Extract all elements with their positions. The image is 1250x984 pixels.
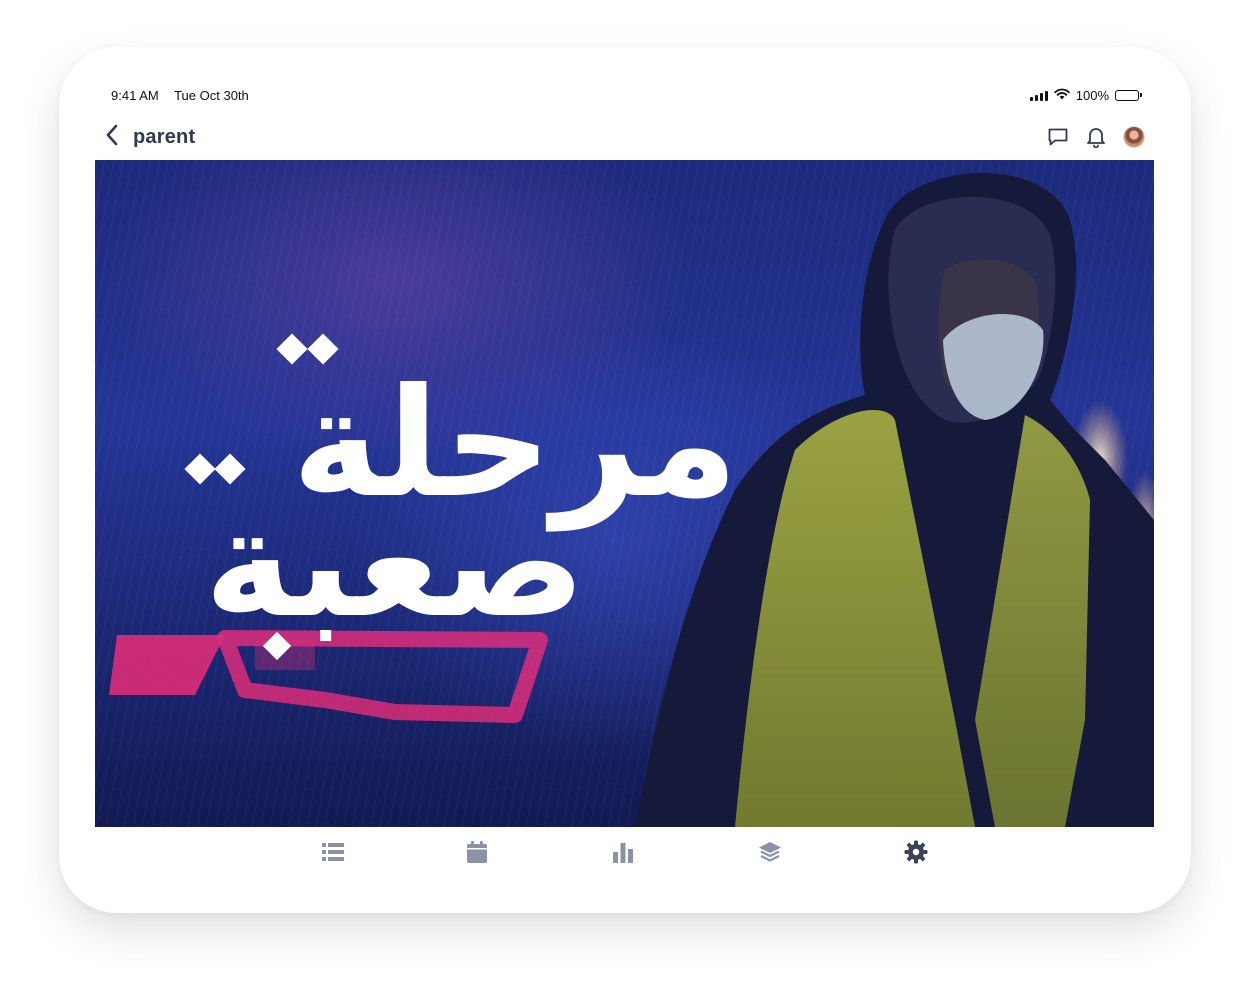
page-title: parent xyxy=(133,125,196,148)
gear-icon xyxy=(904,840,928,864)
status-right: 100% xyxy=(1029,87,1142,103)
battery-icon xyxy=(1115,89,1142,101)
status-bar: 9:41 AM Tue Oct 30th 100% xyxy=(111,85,1142,105)
status-left: 9:41 AM Tue Oct 30th xyxy=(111,88,261,103)
bell-icon[interactable] xyxy=(1085,126,1107,148)
avatar[interactable] xyxy=(1123,126,1145,148)
nav-actions xyxy=(1047,126,1145,148)
tab-list[interactable] xyxy=(318,837,348,867)
bar-chart-icon xyxy=(613,843,633,863)
cellular-signal-icon xyxy=(1029,90,1048,101)
tab-layers[interactable] xyxy=(755,837,785,867)
back-chevron-icon[interactable] xyxy=(105,123,119,152)
list-icon xyxy=(322,843,344,861)
title-line-2: صعبة xyxy=(204,477,586,651)
layers-icon xyxy=(759,842,781,862)
battery-percent: 100% xyxy=(1075,87,1109,103)
arabic-title-graphic: مرحلة صعبة xyxy=(184,333,738,661)
tablet-frame: 9:41 AM Tue Oct 30th 100% parent مرحلة ص… xyxy=(59,47,1191,913)
calendar-icon xyxy=(467,841,487,863)
nav-bar: parent xyxy=(105,122,1145,152)
wifi-icon xyxy=(1054,88,1070,103)
hero-image: مرحلة صعبة xyxy=(95,160,1154,827)
tab-calendar[interactable] xyxy=(462,837,492,867)
hero-illustration: مرحلة صعبة xyxy=(109,172,1154,827)
tab-bar xyxy=(59,837,1191,873)
tab-settings[interactable] xyxy=(901,837,931,867)
back-button[interactable]: parent xyxy=(105,123,195,152)
status-date: Tue Oct 30th xyxy=(174,87,249,103)
chat-icon[interactable] xyxy=(1047,126,1069,148)
tab-stats[interactable] xyxy=(608,837,638,867)
status-time: 9:41 AM xyxy=(111,87,159,103)
